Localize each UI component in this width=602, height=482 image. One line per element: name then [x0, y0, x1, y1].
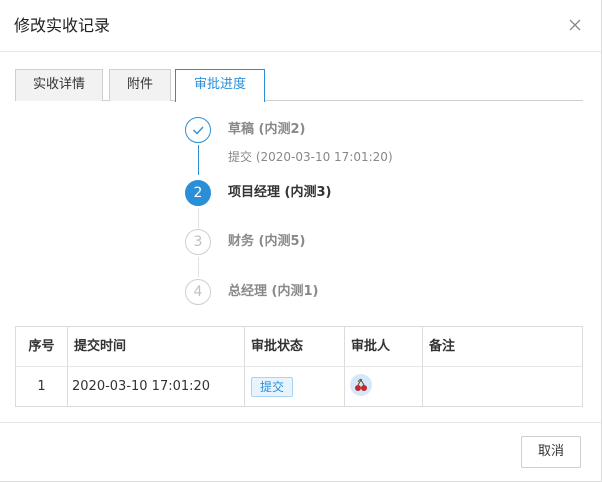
dialog: 修改实收记录 实收详情 附件 审批进度 草稿 (内测2) 提交 (2020-03… [0, 0, 602, 482]
cancel-button[interactable]: 取消 [521, 436, 581, 468]
step-1-title: 草稿 (内测2) [228, 122, 306, 137]
column-header-remark: 备注 [429, 339, 456, 354]
dialog-header: 修改实收记录 [0, 0, 601, 52]
step-2-title: 项目经理 (内测3) [228, 185, 332, 200]
step-2-badge: 2 [185, 180, 211, 206]
column-header-index: 序号 [16, 327, 68, 367]
status-badge: 提交 [251, 376, 294, 397]
cell-remark [423, 367, 582, 406]
column-header-time: 提交时间 [68, 327, 245, 367]
tab-approval-progress[interactable]: 审批进度 [175, 69, 265, 102]
footer-divider [0, 422, 601, 423]
column-header-approver: 审批人 [345, 327, 423, 367]
cell-time: 2020-03-10 17:01:20 [68, 367, 245, 406]
close-icon[interactable] [566, 16, 584, 34]
step-1-check-icon [185, 117, 211, 143]
step-connector-3 [198, 257, 199, 277]
cell-index: 1 [16, 367, 68, 406]
step-1-desc: 提交 (2020-03-10 17:01:20) [228, 150, 393, 164]
tab-attachments[interactable]: 附件 [109, 69, 171, 101]
step-4-title: 总经理 (内测1) [228, 284, 319, 299]
cell-status: 提交 [245, 367, 345, 406]
column-header-status: 审批状态 [245, 327, 345, 367]
approval-table: 序号 提交时间 审批状态 审批人 备注 1 2020-03-10 17:01:2… [15, 326, 583, 407]
dialog-title: 修改实收记录 [14, 16, 111, 35]
step-3-badge: 3 [185, 229, 211, 255]
tab-bar: 实收详情 附件 审批进度 [15, 69, 583, 102]
step-connector-2 [198, 208, 199, 228]
tab-detail[interactable]: 实收详情 [15, 69, 103, 101]
step-3-title: 财务 (内测5) [228, 234, 306, 249]
step-4-badge: 4 [185, 279, 211, 305]
avatar [350, 374, 372, 396]
step-connector-1 [198, 145, 199, 175]
